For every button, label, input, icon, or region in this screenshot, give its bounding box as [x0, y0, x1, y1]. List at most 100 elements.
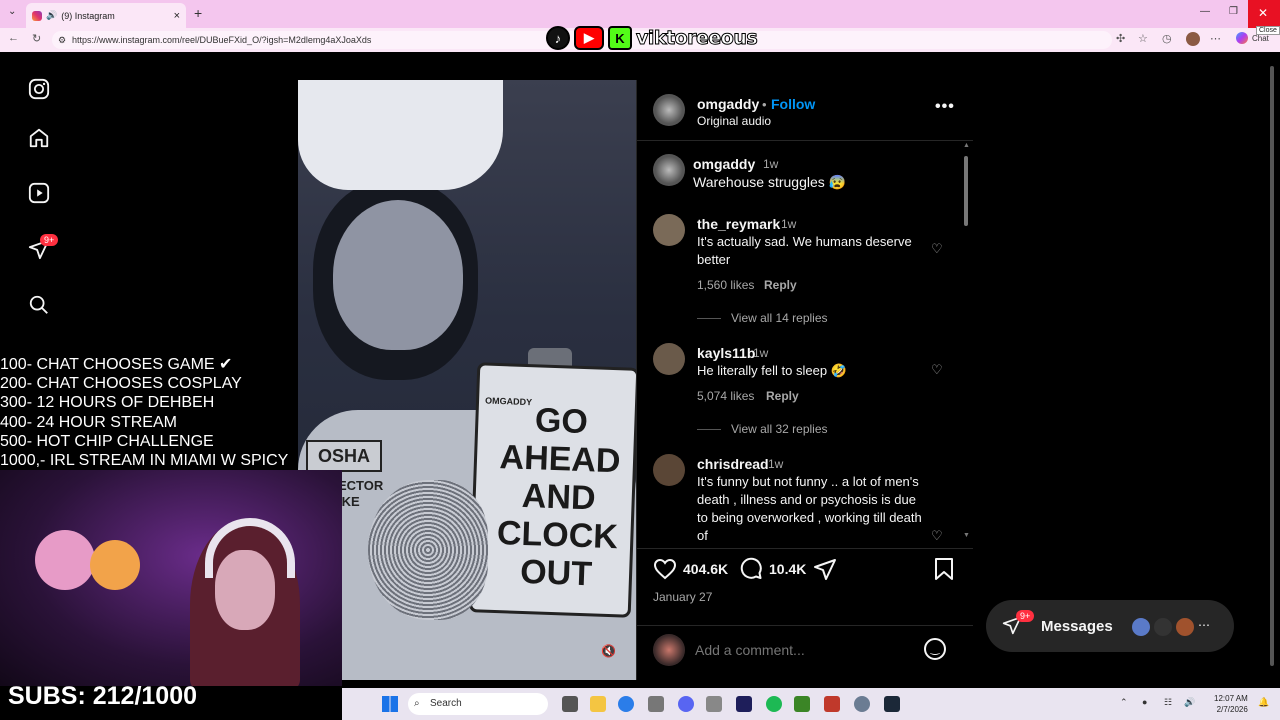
add-comment-input[interactable] — [695, 640, 915, 660]
comment-icon[interactable] — [739, 557, 763, 586]
comment-username[interactable]: the_reymark — [697, 216, 780, 232]
tab-close-icon[interactable]: × — [174, 10, 180, 22]
restore-icon[interactable]: ❐ — [1229, 6, 1238, 17]
network-icon[interactable]: ☷ — [1164, 697, 1172, 708]
share-icon[interactable] — [813, 557, 837, 586]
taskbar-search[interactable]: ⌕ Search — [408, 693, 548, 715]
like-comment-icon[interactable]: ♡ — [931, 528, 943, 544]
favorites-icon[interactable]: ☆ — [1138, 32, 1148, 45]
like-icon[interactable] — [653, 557, 677, 586]
premiere-icon[interactable] — [736, 696, 752, 712]
view-replies-button[interactable]: View all 32 replies — [697, 422, 828, 436]
comment-text: It's funny but not funny .. a lot of men… — [697, 474, 922, 543]
comment-likes[interactable]: 1,560 likes — [697, 278, 754, 292]
save-icon[interactable] — [933, 557, 955, 586]
history-icon[interactable]: ◷ — [1162, 32, 1172, 45]
instagram-logo-icon[interactable] — [26, 76, 52, 102]
separator-dot: • — [762, 97, 767, 112]
messages-label: Messages — [1041, 618, 1113, 635]
new-tab-button[interactable]: + — [194, 5, 202, 21]
caption-avatar[interactable] — [653, 154, 685, 186]
extensions-icon[interactable]: ✣ — [1116, 32, 1125, 45]
subs-counter: SUBS: 212/1000 — [8, 682, 198, 710]
page-scroll-thumb[interactable] — [1270, 66, 1274, 666]
app-icon[interactable] — [706, 696, 722, 712]
author-avatar[interactable] — [653, 94, 685, 126]
sequin-glove — [368, 480, 488, 620]
more-options-icon[interactable]: ⋯ — [1210, 32, 1221, 45]
search-icon[interactable] — [26, 292, 52, 318]
comment-avatar[interactable] — [653, 214, 685, 246]
scroll-up-icon[interactable]: ▲ — [963, 142, 970, 149]
reply-button[interactable]: Reply — [764, 278, 797, 292]
steam-icon[interactable] — [884, 696, 900, 712]
goal-item: 500- HOT CHIP CHALLENGE — [0, 432, 214, 450]
back-icon[interactable]: ← — [8, 32, 19, 44]
tab-list-chevron-icon[interactable]: ⌄ — [8, 6, 16, 17]
osha-badge: OSHA — [306, 440, 382, 472]
comment-time: 1w — [768, 457, 784, 471]
comment-avatar[interactable] — [653, 454, 685, 486]
volume-icon[interactable]: 🔊 — [1184, 697, 1195, 708]
goal-item: 200- CHAT CHOOSES COSPLAY — [0, 375, 242, 393]
store-icon[interactable] — [648, 696, 664, 712]
follow-button[interactable]: Follow — [771, 96, 815, 112]
messages-button[interactable]: 9+ Messages ⋯ — [986, 600, 1234, 652]
minimize-icon[interactable]: — — [1200, 6, 1210, 17]
browser-tab-instagram[interactable]: 🔊 (9) Instagram × — [26, 3, 186, 28]
close-icon: ✕ — [1258, 6, 1269, 20]
minecraft-icon[interactable] — [794, 696, 810, 712]
plush-toy — [90, 540, 140, 590]
like-count[interactable]: 404.6K — [683, 561, 728, 577]
edge-icon[interactable] — [618, 696, 634, 712]
more-options-icon[interactable]: ••• — [935, 98, 955, 116]
notifications-icon[interactable]: 🔔 — [1258, 697, 1269, 708]
comments-scrollbar[interactable]: ▲ ▼ — [963, 142, 970, 540]
windows-taskbar: ⌕ Search ⌃ ● ☷ 🔊 12:07 AM 2/7/2026 🔔 — [342, 688, 1280, 720]
site-info-icon[interactable]: ⚙ — [58, 31, 66, 49]
caption-username[interactable]: omgaddy — [693, 156, 755, 172]
like-comment-icon[interactable]: ♡ — [931, 362, 943, 378]
scroll-thumb[interactable] — [964, 156, 968, 226]
url-text: https://www.instagram.com/reel/DUBueFXid… — [72, 35, 372, 45]
comment-avatar[interactable] — [653, 343, 685, 375]
reels-icon[interactable] — [26, 180, 52, 206]
copilot-icon[interactable] — [1236, 32, 1248, 44]
view-replies-button[interactable]: View all 14 replies — [697, 311, 828, 325]
author-username[interactable]: omgaddy — [697, 96, 759, 112]
start-icon[interactable] — [382, 696, 398, 712]
page-scrollbar[interactable] — [1268, 56, 1276, 682]
comment-count[interactable]: 10.4K — [769, 561, 806, 577]
comment-likes[interactable]: 5,074 likes — [697, 389, 754, 403]
comment-username[interactable]: chrisdread — [697, 456, 769, 472]
emoji-icon[interactable]: ‿ — [924, 638, 946, 660]
reel-video[interactable]: OSHA ECTOR IKE OMGADDY GO AHEAD AND CLOC… — [298, 80, 636, 680]
tray-chevron-icon[interactable]: ⌃ — [1120, 697, 1128, 708]
profile-avatar[interactable] — [1186, 32, 1200, 46]
settings-icon[interactable] — [854, 696, 870, 712]
headphones — [205, 518, 295, 578]
mute-icon[interactable]: 🔇 — [601, 644, 621, 664]
divider — [637, 548, 973, 549]
discord-icon[interactable] — [678, 696, 694, 712]
audio-label[interactable]: Original audio — [697, 112, 771, 130]
app-icon[interactable] — [824, 696, 840, 712]
speaker-icon[interactable]: 🔊 — [46, 10, 57, 21]
reload-icon[interactable]: ↻ — [32, 32, 41, 45]
like-comment-icon[interactable]: ♡ — [931, 241, 943, 257]
home-icon[interactable] — [26, 125, 52, 151]
streamer-name: viktoreeous — [635, 27, 758, 50]
reply-button[interactable]: Reply — [766, 389, 799, 403]
caption-text: Warehouse struggles 😰 — [693, 174, 847, 190]
goal-item: 300- 12 HOURS OF DEHBEH — [0, 394, 215, 412]
taskbar-clock[interactable]: 12:07 AM 2/7/2026 — [1214, 693, 1248, 715]
scroll-down-icon[interactable]: ▼ — [963, 532, 970, 539]
chat-label[interactable]: Chat — [1252, 34, 1269, 43]
tray-app-icon[interactable]: ● — [1142, 697, 1147, 707]
window-close-button[interactable]: ✕ — [1248, 0, 1280, 28]
task-view-icon[interactable] — [562, 696, 578, 712]
file-explorer-icon[interactable] — [590, 696, 606, 712]
comment-username[interactable]: kayls11b — [697, 345, 755, 361]
plush-toy — [35, 530, 95, 590]
spotify-icon[interactable] — [766, 696, 782, 712]
